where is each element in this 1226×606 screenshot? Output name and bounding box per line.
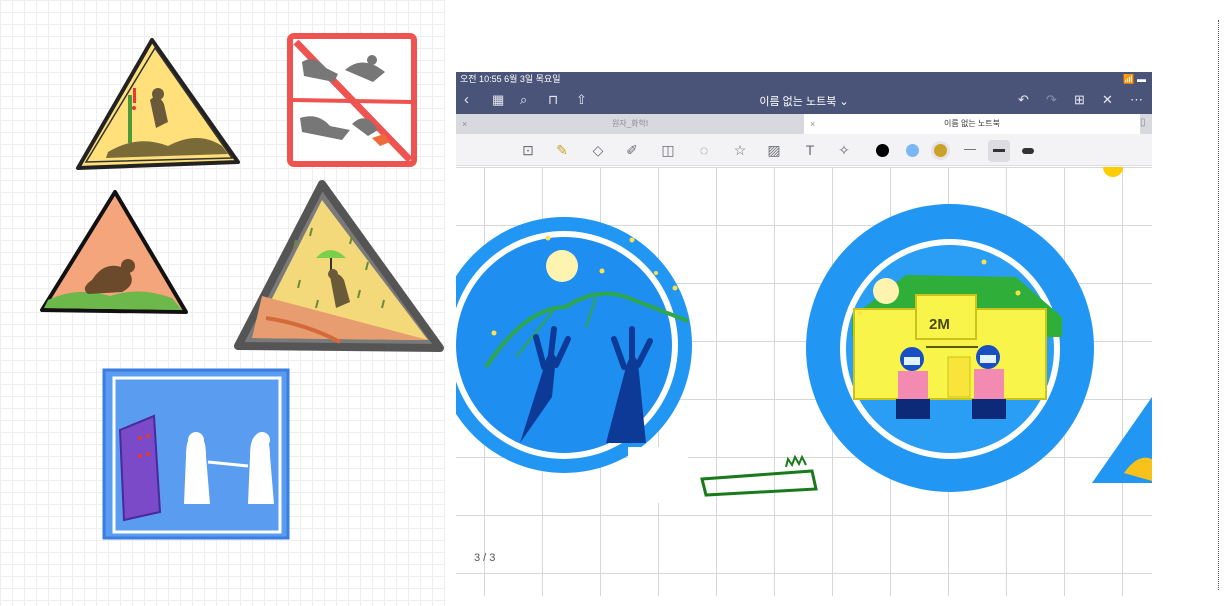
cat-warning-icon bbox=[40, 190, 188, 314]
tab-untitled-notebook[interactable]: × 이름 없는 노트북 bbox=[804, 114, 1140, 134]
rain-slope-warning-icon bbox=[234, 180, 444, 352]
stroke-thin[interactable] bbox=[964, 149, 976, 150]
stroke-medium bbox=[993, 149, 1005, 152]
lasso-icon[interactable]: ◌ bbox=[694, 140, 714, 160]
page-view-icon[interactable]: ⊡ bbox=[518, 140, 538, 160]
color-swatch-black[interactable] bbox=[876, 144, 889, 157]
eraser-icon[interactable]: ◇ bbox=[588, 140, 608, 160]
tab-chemistry[interactable]: × 원자_화학I bbox=[456, 114, 804, 134]
laser-icon[interactable]: ✧ bbox=[834, 140, 854, 160]
school-distancing-badge-icon: 2M bbox=[806, 204, 1094, 492]
color-swatch-blue[interactable] bbox=[906, 144, 919, 157]
undo-icon[interactable]: ↶ bbox=[1018, 90, 1029, 110]
landslide-warning-icon bbox=[76, 38, 240, 170]
status-indicators: 📶 ▬ bbox=[1123, 74, 1146, 84]
tab-label: 이름 없는 노트북 bbox=[944, 119, 1000, 128]
stroke-thick[interactable] bbox=[1022, 148, 1034, 154]
color-swatch-gold[interactable] bbox=[934, 144, 947, 157]
shapes-icon[interactable]: ◫ bbox=[658, 140, 678, 160]
page-counter: 3 / 3 bbox=[474, 552, 496, 564]
toothbrush-sketch-icon bbox=[628, 447, 818, 503]
note-canvas[interactable]: 2M 3 / 3 bbox=[456, 167, 1152, 596]
distancing-sign-icon bbox=[102, 368, 290, 540]
status-bar: 오전 10:55 6월 3일 목요일 📶 ▬ bbox=[456, 72, 1152, 86]
sticker-icon[interactable]: ☆ bbox=[730, 140, 750, 160]
night-mountain-badge-icon bbox=[456, 217, 692, 473]
yellow-dot bbox=[1103, 167, 1123, 177]
redo-icon[interactable]: ↷ bbox=[1046, 90, 1057, 110]
canvas-drawings: 2M bbox=[456, 167, 1152, 503]
split-view-icon[interactable]: ▯ bbox=[1140, 117, 1146, 128]
text-icon[interactable]: T bbox=[800, 140, 820, 160]
tab-close-icon[interactable]: × bbox=[462, 114, 467, 134]
nav-bar: ‹ ▦ ⌕ ⊓ ⇧ 이름 없는 노트북 ⌄ ↶ ↷ ⊞ ✕ ⋯ bbox=[456, 86, 1152, 114]
tab-bar: × 원자_화학I × 이름 없는 노트북 ▯ bbox=[456, 114, 1152, 134]
sketch-canvas bbox=[0, 0, 445, 606]
tab-label: 원자_화학I bbox=[611, 119, 649, 128]
dotted-divider bbox=[1218, 20, 1220, 590]
image-icon[interactable]: ▨ bbox=[764, 140, 784, 160]
screenshot-root: 오전 10:55 6월 3일 목요일 📶 ▬ ‹ ▦ ⌕ ⊓ ⇧ 이름 없는 노… bbox=[0, 0, 1226, 606]
highlighter-icon[interactable]: ✐ bbox=[622, 140, 642, 160]
no-slipping-sign-icon bbox=[287, 33, 417, 167]
add-page-icon[interactable]: ⊞ bbox=[1074, 90, 1085, 110]
pen-off-icon[interactable]: ✕ bbox=[1102, 90, 1113, 110]
sketch-drawings bbox=[40, 33, 444, 540]
drawing-toolbar: ⊡ ✎ ◇ ✐ ◫ ◌ ☆ ▨ T ✧ bbox=[456, 134, 1152, 166]
partial-triangle-icon bbox=[1092, 397, 1152, 483]
tab-close-icon[interactable]: × bbox=[810, 114, 815, 134]
more-icon[interactable]: ⋯ bbox=[1130, 90, 1143, 110]
status-time: 오전 10:55 6월 3일 목요일 bbox=[460, 74, 561, 84]
notes-app-window: 오전 10:55 6월 3일 목요일 📶 ▬ ‹ ▦ ⌕ ⊓ ⇧ 이름 없는 노… bbox=[456, 72, 1152, 596]
pen-icon[interactable]: ✎ bbox=[552, 140, 572, 160]
svg-text:2M: 2M bbox=[929, 316, 950, 333]
